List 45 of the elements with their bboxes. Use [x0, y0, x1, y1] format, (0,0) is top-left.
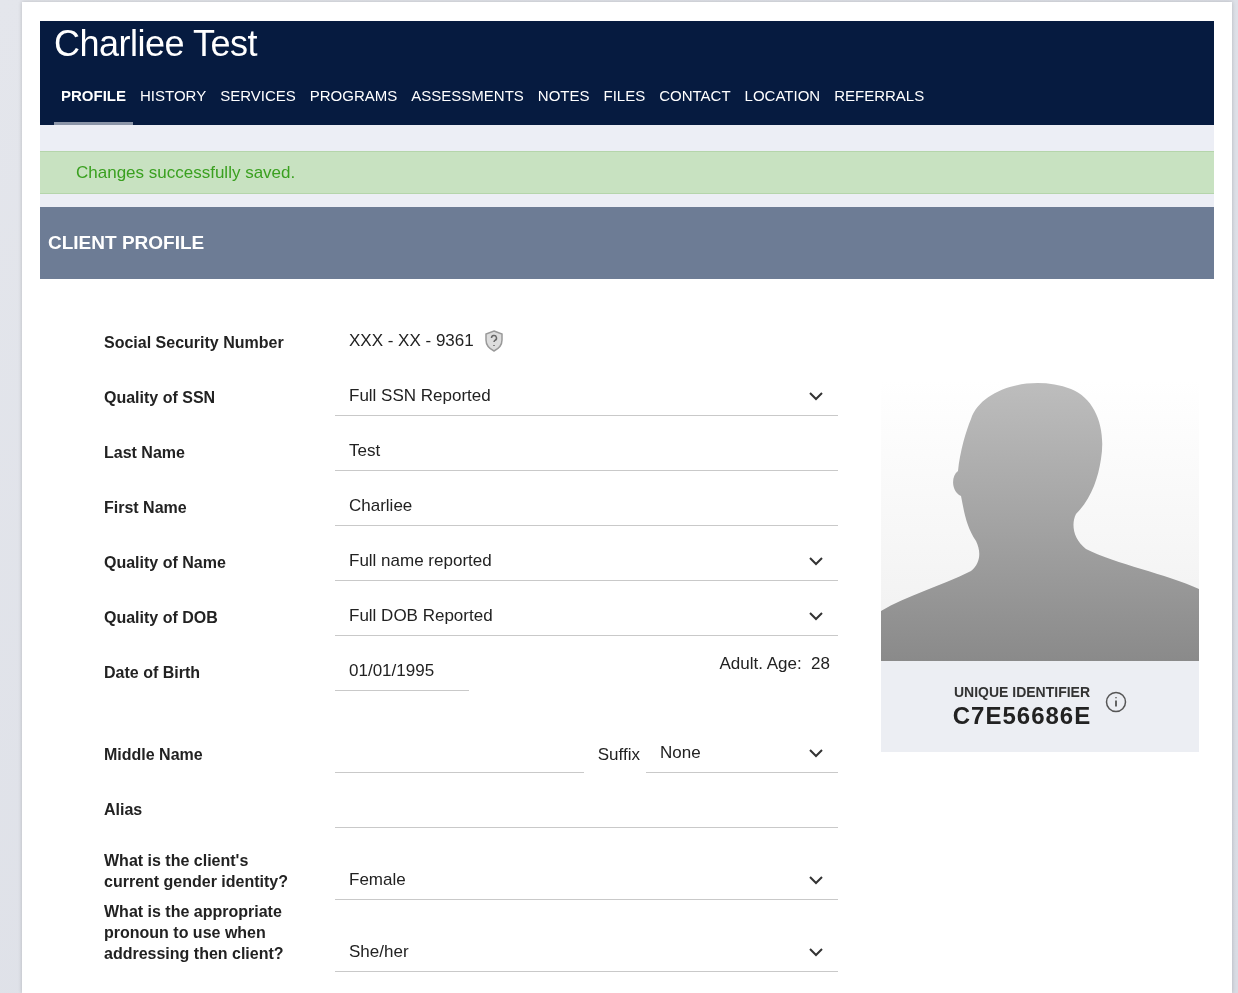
field-label: Middle Name	[104, 745, 204, 765]
field-label: First Name	[104, 498, 188, 518]
chevron-down-icon	[808, 610, 824, 621]
suffix-select[interactable]: None	[646, 733, 838, 773]
nav-tab[interactable]: SERVICES	[213, 79, 303, 125]
select-field[interactable]: Full DOB Reported	[335, 596, 838, 636]
field-label: Date of Birth	[104, 663, 201, 683]
date-field[interactable]: 01/01/1995	[335, 651, 469, 691]
text-field[interactable]: Test	[335, 431, 838, 471]
ssn-text: XXX - XX - 9361	[349, 331, 474, 351]
chevron-down-icon	[808, 747, 824, 758]
field-label: Quality of SSN	[104, 388, 217, 408]
text-field[interactable]: Charliee	[335, 486, 838, 526]
section-header: CLIENT PROFILE	[40, 207, 1214, 279]
nav-tab[interactable]: PROGRAMS	[302, 79, 405, 125]
chevron-down-icon	[808, 390, 824, 401]
identifier-value: C7E56686E	[952, 701, 1092, 730]
field-label: Social Security Number	[104, 333, 285, 353]
identifier-label: UNIQUE IDENTIFIER	[952, 683, 1092, 700]
select-field[interactable]: Female	[335, 860, 838, 900]
nav-tab[interactable]: NOTES	[530, 79, 597, 125]
suffix-label: Suffix	[597, 745, 640, 765]
select-field[interactable]: Full SSN Reported	[335, 376, 838, 416]
field-label: Alias	[104, 800, 144, 820]
nav-tab[interactable]: FILES	[596, 79, 653, 125]
field-label: Quality of Name	[104, 553, 227, 573]
field-label: What is the client's current gender identity?	[104, 851, 290, 892]
chevron-down-icon	[808, 874, 824, 885]
select-field[interactable]: Full name reported	[335, 541, 838, 581]
field-label: Last Name	[104, 443, 186, 463]
nav-tab[interactable]: LOCATION	[737, 79, 828, 125]
field-label: Quality of DOB	[104, 608, 219, 628]
chevron-down-icon	[808, 946, 824, 957]
info-icon[interactable]	[1105, 690, 1128, 713]
nav-tab[interactable]: REFERRALS	[827, 79, 932, 125]
nav-tab[interactable]: CONTACT	[652, 79, 738, 125]
success-alert: Changes successfully saved.	[40, 151, 1214, 194]
age-text: Adult. Age: 28	[719, 653, 831, 674]
nav-tab[interactable]: HISTORY	[133, 79, 214, 125]
chevron-down-icon	[808, 555, 824, 566]
shield-help-icon[interactable]	[482, 329, 505, 353]
select-field[interactable]: She/her	[335, 932, 838, 972]
field-label: What is the appropriate pronoun to use when addressing then client?	[104, 902, 285, 964]
client-name-title: Charliee Test	[54, 22, 259, 65]
nav-tab[interactable]: ASSESSMENTS	[404, 79, 531, 125]
